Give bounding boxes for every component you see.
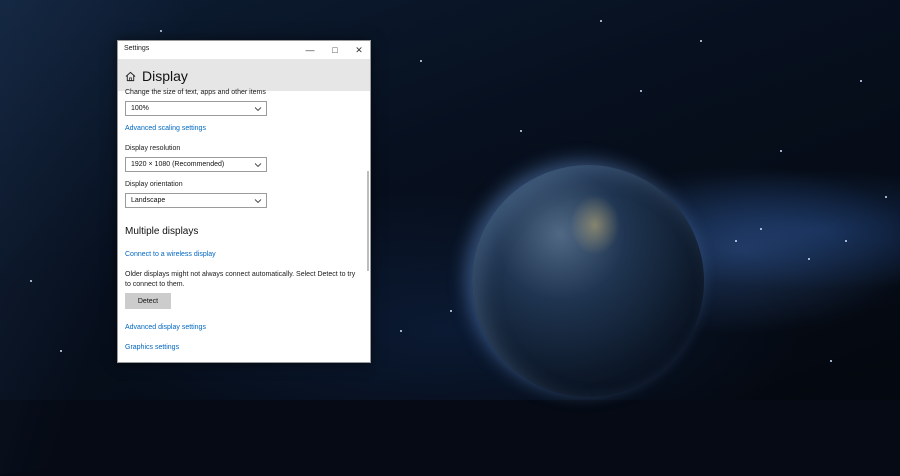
star (885, 196, 887, 198)
window-title: Settings (124, 45, 150, 52)
star (735, 240, 737, 242)
minimize-button[interactable]: — (298, 41, 322, 59)
star (450, 310, 452, 312)
star (30, 280, 32, 282)
star (160, 30, 162, 32)
close-button[interactable]: ✕ (347, 41, 370, 59)
orientation-label: Display orientation (125, 181, 183, 188)
orientation-dropdown[interactable]: Landscape (125, 193, 267, 208)
resolution-value: 1920 × 1080 (Recommended) (131, 161, 225, 168)
detect-description: Older displays might not always connect … (125, 271, 356, 288)
chevron-down-icon (254, 199, 262, 204)
star (760, 228, 762, 230)
star (520, 130, 522, 132)
star (400, 330, 402, 332)
star (420, 60, 422, 62)
city-lights (570, 195, 620, 255)
resolution-dropdown[interactable]: 1920 × 1080 (Recommended) (125, 157, 267, 172)
star (845, 240, 847, 242)
scrollbar[interactable] (367, 171, 369, 271)
chevron-down-icon (254, 163, 262, 168)
star (600, 20, 602, 22)
wireless-display-link[interactable]: Connect to a wireless display (125, 251, 216, 258)
star (808, 258, 810, 260)
page-header: Display (118, 59, 370, 91)
star (780, 150, 782, 152)
star (830, 360, 832, 362)
orientation-value: Landscape (131, 197, 166, 204)
title-bar[interactable]: Settings — □ ✕ (118, 41, 370, 59)
page-title: Display (142, 68, 188, 84)
star (640, 90, 642, 92)
settings-window: Settings — □ ✕ Display Change the size o… (117, 40, 371, 363)
chevron-down-icon (254, 107, 262, 112)
scale-label: Change the size of text, apps and other … (125, 89, 266, 96)
advanced-display-link[interactable]: Advanced display settings (125, 324, 206, 331)
star (860, 80, 862, 82)
star (700, 40, 702, 42)
display-settings-content: Change the size of text, apps and other … (118, 89, 370, 362)
advanced-scaling-link[interactable]: Advanced scaling settings (125, 125, 206, 132)
detect-button[interactable]: Detect (125, 293, 171, 309)
star (60, 350, 62, 352)
maximize-button[interactable]: □ (323, 41, 347, 59)
scale-dropdown[interactable]: 100% (125, 101, 267, 116)
scale-value: 100% (131, 105, 149, 112)
resolution-label: Display resolution (125, 145, 181, 152)
home-icon[interactable] (125, 71, 136, 82)
graphics-settings-link[interactable]: Graphics settings (125, 344, 179, 351)
multiple-displays-heading: Multiple displays (125, 226, 199, 237)
